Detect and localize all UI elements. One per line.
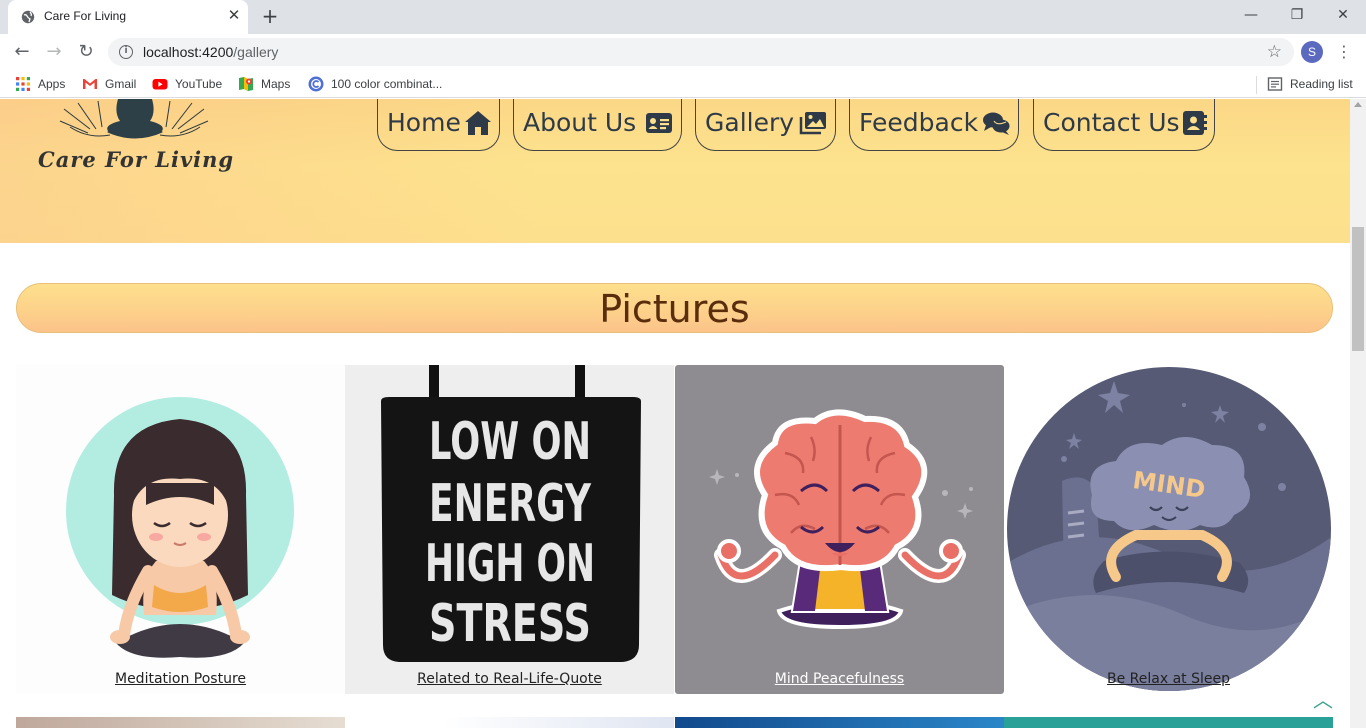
bookmarks-bar: Apps Gmail YouTube Maps 100 color combin…: [0, 70, 1366, 98]
globe-icon: [21, 10, 35, 24]
bookmark-color-combinations[interactable]: 100 color combinat...: [308, 76, 442, 92]
browser-tab[interactable]: Care For Living ✕: [8, 0, 248, 34]
sleeping-mind-image: MIND: [1007, 367, 1331, 691]
gallery-row2-item-4[interactable]: [1004, 717, 1333, 728]
id-card-icon: [646, 113, 672, 133]
nav-contact-label: Contact Us: [1043, 108, 1180, 137]
nav-feedback[interactable]: Feedback: [849, 99, 1019, 151]
home-icon: [465, 111, 491, 135]
apps-grid-icon: [16, 77, 30, 91]
page-viewport: Care For Living Home About Us Gallery Fe…: [0, 99, 1350, 728]
close-window-icon[interactable]: ✕: [1331, 5, 1355, 25]
nav-about-us[interactable]: About Us: [513, 99, 682, 151]
meditating-girl-image: [66, 397, 294, 658]
nav-home-label: Home: [387, 108, 461, 137]
scrollbar-thumb[interactable]: [1352, 227, 1364, 351]
bookmark-maps[interactable]: Maps: [238, 76, 290, 92]
color-site-icon: [308, 76, 324, 92]
browser-toolbar: ← → ↻ i localhost:4200/gallery ☆ S ⋮: [0, 34, 1366, 70]
meditation-logo-icon: [59, 99, 209, 139]
gallery-row2-item-3[interactable]: [675, 717, 1004, 728]
quote-line-3: HIGH ON: [425, 534, 595, 594]
gmail-icon: [83, 79, 97, 89]
gallery-row2-item-1[interactable]: [16, 717, 345, 728]
quote-line-2: ENERGY: [429, 474, 592, 534]
caption-meditation-posture[interactable]: Meditation Posture: [16, 671, 345, 687]
comments-icon: [983, 112, 1010, 135]
caption-mind-peacefulness[interactable]: Mind Peacefulness: [675, 671, 1004, 687]
youtube-icon: [152, 79, 168, 90]
gallery-item-meditation-posture[interactable]: Meditation Posture: [16, 365, 345, 694]
tab-strip: Care For Living ✕ + — ❐ ✕: [0, 0, 1366, 34]
nav-gallery[interactable]: Gallery: [695, 99, 836, 151]
minimize-icon[interactable]: —: [1239, 5, 1263, 25]
site-header: Care For Living Home About Us Gallery Fe…: [0, 99, 1350, 243]
page-title: Pictures: [599, 287, 750, 331]
images-icon: [799, 112, 826, 135]
site-info-icon[interactable]: i: [119, 45, 133, 59]
site-logo-text[interactable]: Care For Living: [38, 147, 234, 172]
bookmark-star-icon[interactable]: ☆: [1267, 42, 1282, 62]
page-scrollbar[interactable]: [1350, 99, 1366, 728]
nav-contact-us[interactable]: Contact Us: [1033, 99, 1215, 151]
tote-bag-image: LOW ON ENERGY HIGH ON STRESS: [381, 365, 641, 662]
restore-icon[interactable]: ❐: [1285, 5, 1309, 25]
bookmarks-separator: [1256, 76, 1257, 94]
nav-gallery-label: Gallery: [705, 108, 795, 137]
gallery-item-mind-peacefulness[interactable]: Mind Peacefulness: [675, 365, 1004, 694]
back-arrow-icon[interactable]: ←: [11, 41, 33, 63]
gallery-item-relax-at-sleep[interactable]: MIND Be Relax at Sleep: [1004, 365, 1333, 694]
profile-avatar[interactable]: S: [1301, 41, 1323, 63]
more-menu-icon[interactable]: ⋮: [1336, 41, 1352, 63]
forward-arrow-icon[interactable]: →: [43, 41, 65, 63]
reading-list-button[interactable]: Reading list: [1267, 76, 1353, 92]
bookmark-gmail[interactable]: Gmail: [82, 76, 136, 92]
close-tab-icon[interactable]: ✕: [226, 7, 242, 23]
reload-icon[interactable]: ↻: [75, 41, 97, 63]
new-tab-button[interactable]: +: [259, 5, 281, 27]
address-bar[interactable]: i localhost:4200/gallery ☆: [108, 38, 1294, 66]
gallery-row2-item-2[interactable]: [345, 717, 674, 728]
caption-relax-at-sleep[interactable]: Be Relax at Sleep: [1004, 671, 1333, 687]
tab-title: Care For Living: [44, 9, 127, 23]
url-text: localhost:4200/gallery: [143, 44, 279, 60]
nav-home[interactable]: Home: [377, 99, 500, 151]
bookmark-apps[interactable]: Apps: [15, 76, 65, 92]
back-to-top-icon[interactable]: ︿: [1312, 689, 1334, 711]
pictures-heading-banner: Pictures: [16, 283, 1333, 333]
nav-feedback-label: Feedback: [859, 108, 979, 137]
meditating-brain-image: [709, 409, 973, 630]
maps-icon: [239, 77, 253, 91]
reading-list-icon: [1267, 77, 1283, 91]
scroll-up-arrow-icon[interactable]: [1354, 102, 1362, 107]
bookmark-youtube[interactable]: YouTube: [152, 76, 222, 92]
nav-about-label: About Us: [523, 108, 637, 137]
quote-line-4: STRESS: [429, 594, 591, 654]
quote-line-1: LOW ON: [429, 412, 591, 472]
address-book-icon: [1183, 111, 1207, 135]
gallery-item-real-life-quote[interactable]: LOW ON ENERGY HIGH ON STRESS Related to …: [345, 365, 674, 694]
caption-real-life-quote[interactable]: Related to Real-Life-Quote: [345, 671, 674, 687]
